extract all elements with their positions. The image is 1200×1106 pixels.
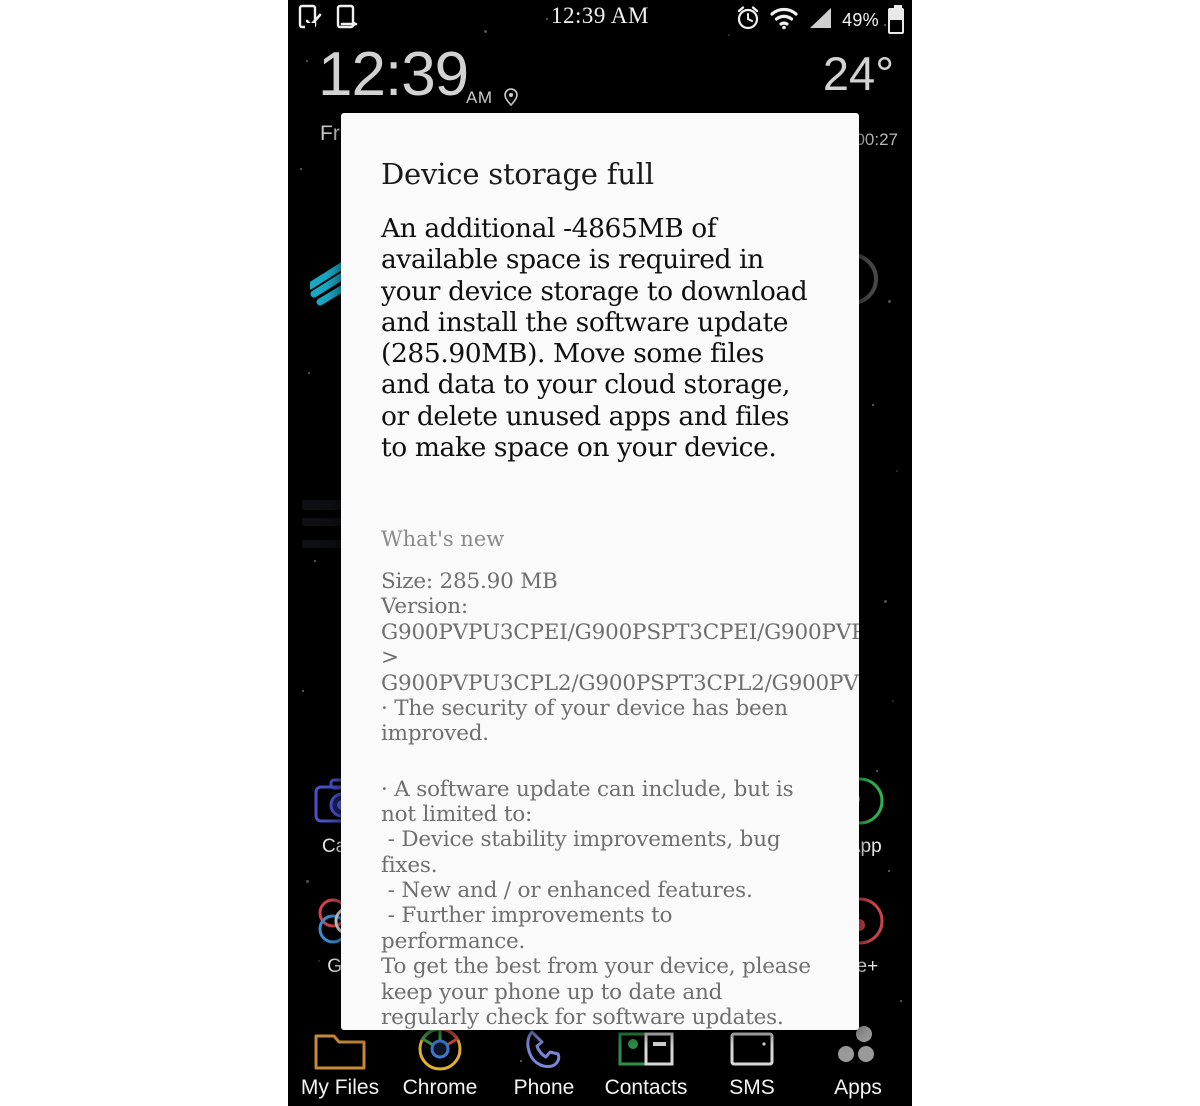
- dock-item-apps[interactable]: Apps: [806, 1024, 910, 1100]
- home-clock-widget[interactable]: 12:39 AM 24°: [288, 44, 912, 124]
- wallpaper-star: [888, 870, 890, 872]
- device-storage-full-dialog: Device storage full An additional -4865M…: [341, 113, 859, 1030]
- dock-item-sms[interactable]: SMS: [700, 1024, 804, 1100]
- wallpaper-star: [314, 560, 316, 562]
- wallpaper-star: [892, 700, 894, 702]
- alarm-icon: [735, 5, 761, 36]
- status-bar-right-icons: 49%: [735, 4, 904, 36]
- wallpaper-star: [308, 372, 310, 374]
- dock-item-my-files[interactable]: My Files: [288, 1024, 392, 1100]
- status-bar: 12:39 AM 49%: [288, 0, 912, 42]
- folder-icon: [288, 1024, 392, 1072]
- sms-icon: [700, 1024, 804, 1072]
- location-pin-icon: [504, 88, 518, 111]
- dock-label-sms: SMS: [729, 1076, 775, 1099]
- wallpaper-star: [300, 168, 302, 170]
- wallpaper-star: [872, 404, 874, 406]
- dialog-update-details-secondary: · A software update can include, but is …: [381, 776, 811, 1030]
- weather-temperature: 24°: [822, 47, 894, 100]
- wifi-icon: [770, 6, 798, 35]
- wallpaper-star: [888, 300, 891, 303]
- dialog-title: Device storage full: [381, 157, 654, 191]
- phone-screen: 12:39 AM 49% 12:39 AM 24° Fri 00:27 sApp…: [288, 0, 912, 1106]
- dialog-message: An additional -4865MB of available space…: [381, 213, 808, 463]
- wallpaper-star: [884, 600, 887, 603]
- dock-label-chrome: Chrome: [402, 1076, 478, 1099]
- dock-item-chrome[interactable]: Chrome: [388, 1024, 492, 1100]
- dock-label-contacts: Contacts: [604, 1076, 688, 1099]
- signal-icon: [807, 6, 833, 35]
- wallpaper-star: [302, 690, 304, 692]
- timer-badge: 00:27: [855, 130, 898, 149]
- clock-widget-time: 12:39: [318, 40, 469, 109]
- wallpaper-star: [900, 1000, 902, 1002]
- dock-item-contacts[interactable]: Contacts: [594, 1024, 698, 1100]
- battery-percent-label: 49%: [842, 10, 879, 30]
- wallpaper-star: [896, 470, 898, 472]
- dialog-update-details: Size: 285.90 MB Version: G900PVPU3CPEI/G…: [381, 569, 859, 747]
- wallpaper-star: [306, 880, 309, 883]
- dock-label-my-files: My Files: [300, 1076, 380, 1099]
- chrome-icon: [388, 1024, 492, 1072]
- contacts-icon: [594, 1024, 698, 1072]
- dock-label-phone: Phone: [513, 1076, 575, 1099]
- apps-grid-icon: [806, 1024, 910, 1072]
- battery-icon: [888, 4, 904, 34]
- dock-item-phone[interactable]: Phone: [492, 1024, 596, 1100]
- dock-label-apps: Apps: [834, 1076, 882, 1099]
- clock-widget-ampm: AM: [466, 88, 493, 107]
- dialog-whats-new-label: What's new: [381, 527, 505, 552]
- phone-icon: [492, 1024, 596, 1072]
